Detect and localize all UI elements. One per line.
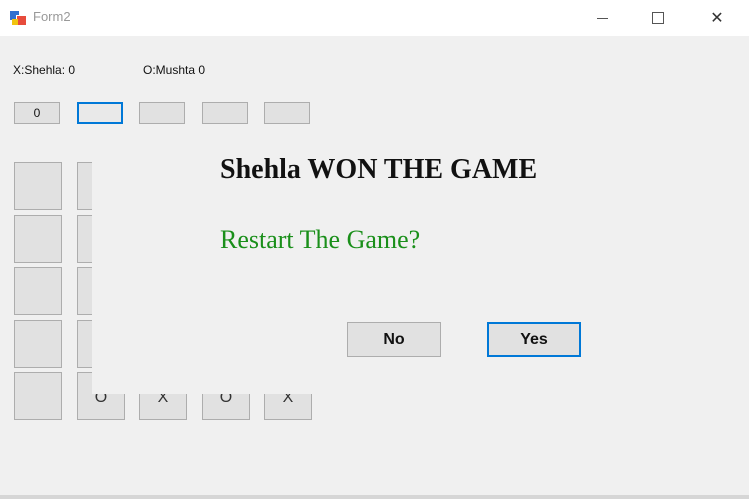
board-cell[interactable] (14, 162, 62, 210)
maximize-button[interactable] (635, 0, 681, 36)
close-button[interactable]: ✕ (694, 0, 740, 36)
maximize-icon (652, 12, 664, 24)
board-cell[interactable] (14, 267, 62, 315)
window-bottom-border (0, 495, 749, 499)
yes-button[interactable]: Yes (487, 322, 581, 357)
close-icon: ✕ (710, 10, 724, 27)
minimize-icon (596, 17, 608, 19)
player-x-score: X:Shehla: 0 (13, 63, 76, 77)
player-o-value: 0 (198, 63, 206, 77)
top-button-5[interactable] (264, 102, 310, 124)
top-button-3[interactable] (139, 102, 185, 124)
player-o-score: O:Mushta 0 (143, 63, 205, 77)
top-button-2[interactable] (77, 102, 123, 124)
app-icon (10, 10, 27, 26)
title-bar: Form2 ✕ (0, 0, 749, 36)
top-button-4[interactable] (202, 102, 248, 124)
window-title: Form2 (33, 9, 71, 24)
no-button[interactable]: No (347, 322, 441, 357)
restart-question: Restart The Game? (220, 225, 421, 254)
top-button-1[interactable]: 0 (14, 102, 60, 124)
minimize-button[interactable] (579, 0, 625, 36)
board-cell[interactable] (14, 215, 62, 263)
board-cell[interactable] (14, 320, 62, 368)
winner-message: Shehla WON THE GAME (220, 154, 538, 185)
player-o-label: O:Mushta (143, 63, 196, 77)
board-cell[interactable] (14, 372, 62, 420)
